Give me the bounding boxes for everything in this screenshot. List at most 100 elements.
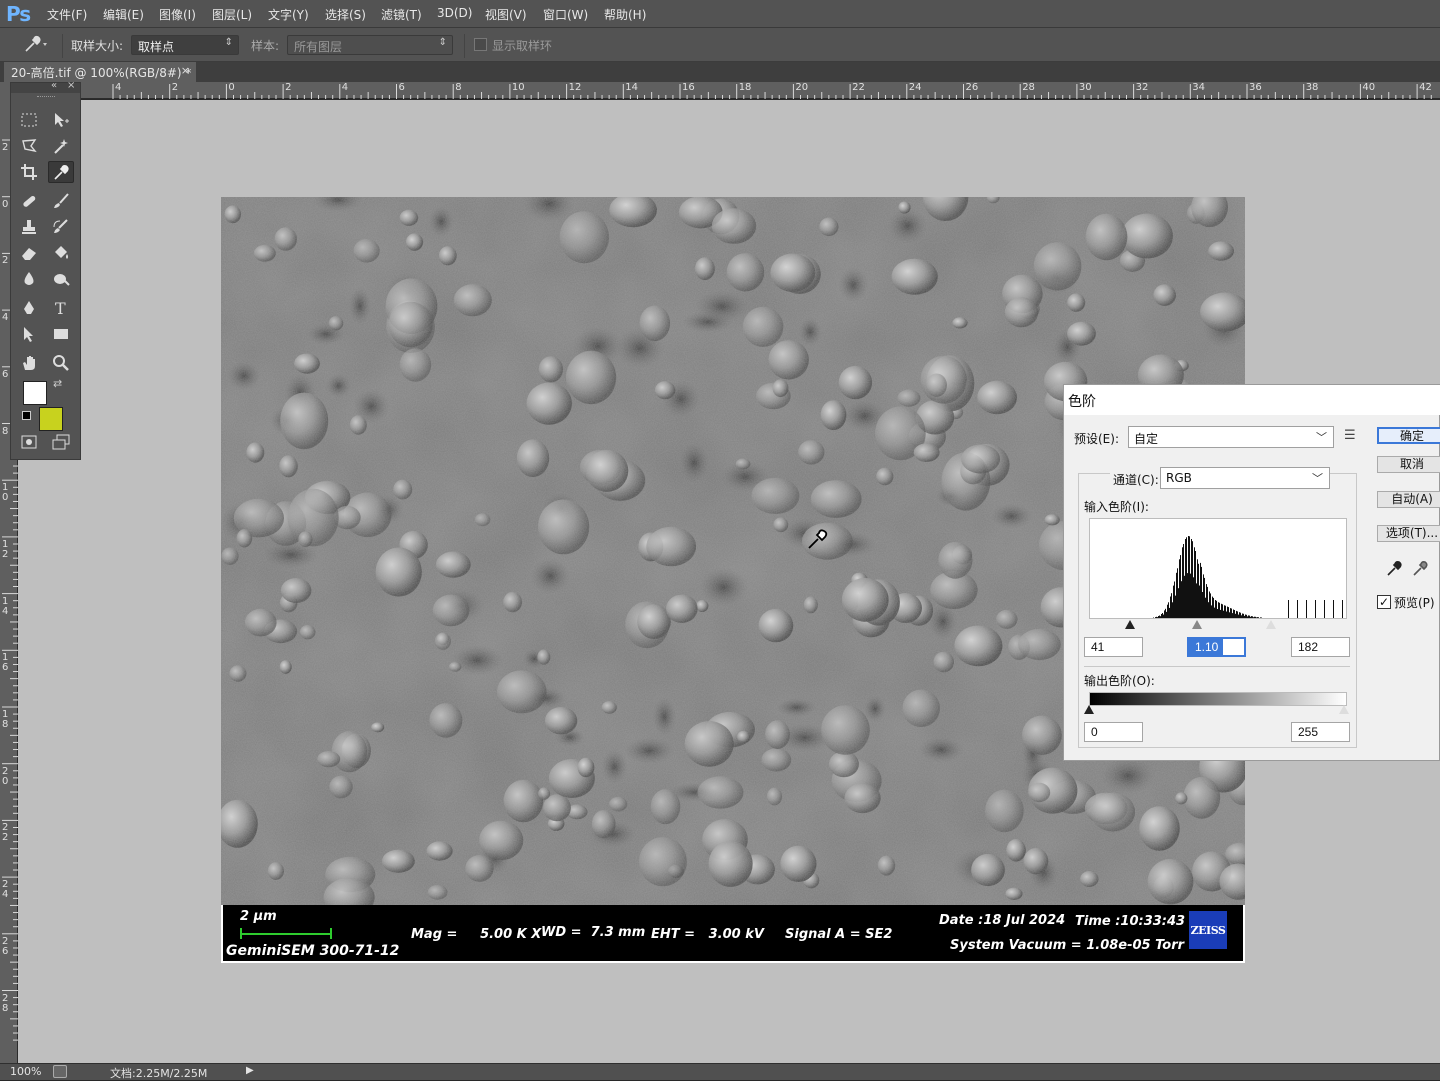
- input-gamma-slider[interactable]: [1192, 620, 1202, 629]
- crop-tool-icon[interactable]: [16, 161, 42, 183]
- path-selection-tool-icon[interactable]: [16, 323, 42, 345]
- output-white-slider[interactable]: [1339, 705, 1349, 714]
- ruler-label: 6: [398, 82, 405, 93]
- instrument-name: GeminiSEM 300-71-12: [226, 943, 400, 959]
- healing-brush-tool-icon[interactable]: [16, 190, 42, 212]
- histogram-bar: [1180, 555, 1181, 618]
- show-ring-label: 显示取样环: [492, 39, 553, 53]
- ruler-label: 32: [1135, 82, 1149, 93]
- eyedropper-preset-icon[interactable]: [22, 34, 50, 57]
- auto-button[interactable]: 自动(A): [1377, 491, 1440, 508]
- sample-select[interactable]: 所有图层 ⇕: [287, 35, 453, 55]
- input-black-field[interactable]: [1084, 637, 1143, 657]
- foreground-color-swatch[interactable]: [23, 381, 47, 405]
- menu-file[interactable]: 文件(F): [47, 6, 87, 23]
- export-icon[interactable]: [53, 1065, 67, 1078]
- menu-window[interactable]: 窗口(W): [543, 6, 588, 23]
- eraser-tool-icon[interactable]: [16, 242, 42, 264]
- system-vacuum: System Vacuum = 1.08e-05 Torr: [950, 938, 1185, 953]
- options-button[interactable]: 选项(T)...: [1377, 525, 1440, 542]
- menu-type[interactable]: 文字(Y): [268, 6, 309, 23]
- histogram-bar: [1210, 593, 1211, 618]
- histogram-bar: [1160, 616, 1161, 618]
- menu-image[interactable]: 图像(I): [159, 6, 196, 23]
- histogram-bar: [1163, 614, 1164, 618]
- eyedropper-cursor-icon: [806, 527, 830, 554]
- quick-mask-icon[interactable]: [16, 431, 42, 453]
- menu-view[interactable]: 视图(V): [485, 6, 527, 23]
- histogram-bar: [1165, 608, 1166, 618]
- close-icon[interactable]: ×: [181, 64, 190, 77]
- output-white-field[interactable]: [1291, 722, 1350, 742]
- output-black-field[interactable]: [1084, 722, 1143, 742]
- play-icon[interactable]: ▶: [246, 1065, 254, 1076]
- collapse-icon[interactable]: «: [51, 80, 57, 91]
- preview-checkbox[interactable]: ✓: [1377, 595, 1391, 609]
- ruler-label: 16: [682, 82, 695, 93]
- eyedropper-tool-icon[interactable]: [48, 161, 74, 183]
- show-ring-checkbox[interactable]: [474, 38, 487, 51]
- preview-label: 预览(P): [1394, 596, 1435, 610]
- histogram-bar: [1158, 616, 1159, 618]
- menu-edit[interactable]: 编辑(E): [103, 6, 144, 23]
- menu-layer[interactable]: 图层(L): [212, 6, 252, 23]
- output-black-slider[interactable]: [1084, 705, 1094, 714]
- histogram-bar: [1238, 614, 1239, 618]
- histogram-bar: [1204, 577, 1205, 618]
- preset-select[interactable]: 自定 ﹀: [1128, 426, 1334, 448]
- move-tool-icon[interactable]: [48, 109, 74, 131]
- type-tool-icon[interactable]: T: [48, 297, 74, 319]
- histogram-bar: [1167, 604, 1168, 618]
- black-point-eyedropper-icon[interactable]: [1386, 559, 1404, 580]
- histogram-bar: [1177, 568, 1178, 618]
- histogram-bar: [1221, 603, 1222, 618]
- history-brush-tool-icon[interactable]: [48, 216, 74, 238]
- sample-size-select[interactable]: 取样点 ⇕: [131, 35, 239, 55]
- histogram-bar: [1242, 613, 1243, 618]
- menu-help[interactable]: 帮助(H): [604, 6, 646, 23]
- histogram-bar: [1228, 607, 1229, 618]
- close-icon[interactable]: ×: [67, 80, 75, 91]
- gray-point-eyedropper-icon[interactable]: [1412, 559, 1430, 580]
- marquee-tool-icon[interactable]: [16, 109, 42, 131]
- menu-select[interactable]: 选择(S): [325, 6, 366, 23]
- lasso-tool-icon[interactable]: [16, 135, 42, 157]
- toolbox-header[interactable]: « ×: [11, 80, 80, 93]
- hand-tool-icon[interactable]: [16, 352, 42, 374]
- updown-arrow-icon: ⇕: [438, 37, 447, 48]
- histogram-bar: [1153, 617, 1154, 618]
- input-gamma-field[interactable]: [1187, 637, 1246, 657]
- channel-select[interactable]: RGB ﹀: [1160, 467, 1330, 489]
- document-tab[interactable]: 20-高倍.tif @ 100%(RGB/8#) * ×: [4, 62, 196, 82]
- ruler-label: 20: [795, 82, 809, 93]
- brush-tool-icon[interactable]: [48, 190, 74, 212]
- cancel-button[interactable]: 取消: [1377, 456, 1440, 473]
- dodge-tool-icon[interactable]: [48, 268, 74, 290]
- blur-tool-icon[interactable]: [16, 268, 42, 290]
- menu-3d[interactable]: 3D(D): [437, 6, 472, 20]
- input-white-slider[interactable]: [1266, 620, 1276, 629]
- paint-bucket-tool-icon[interactable]: [48, 242, 74, 264]
- swap-colors-icon[interactable]: ⇄: [53, 377, 62, 390]
- zoom-level[interactable]: 100%: [10, 1065, 41, 1078]
- zoom-tool-icon[interactable]: [48, 352, 74, 374]
- rectangle-tool-icon[interactable]: [48, 323, 74, 345]
- menu-filter[interactable]: 滤镜(T): [381, 6, 422, 23]
- preset-options-icon[interactable]: ☰: [1344, 428, 1356, 443]
- magic-wand-tool-icon[interactable]: [48, 135, 74, 157]
- background-color-swatch[interactable]: [39, 407, 63, 431]
- input-white-field[interactable]: [1291, 637, 1350, 657]
- ok-button[interactable]: 确定: [1377, 427, 1440, 444]
- clone-stamp-tool-icon[interactable]: [16, 216, 42, 238]
- histogram-bar: [1220, 609, 1221, 618]
- histogram-bar: [1217, 609, 1218, 618]
- pen-tool-icon[interactable]: [16, 297, 42, 319]
- screen-mode-icon[interactable]: [48, 431, 74, 453]
- ruler-label: 14: [625, 82, 639, 93]
- input-black-slider[interactable]: [1125, 620, 1135, 629]
- sample-size-label: 取样大小:: [71, 39, 124, 53]
- histogram-bar: [1199, 585, 1200, 618]
- ruler-label: 38: [1305, 82, 1319, 93]
- ruler-label: 24: [2, 879, 9, 901]
- default-colors-icon[interactable]: [22, 411, 31, 420]
